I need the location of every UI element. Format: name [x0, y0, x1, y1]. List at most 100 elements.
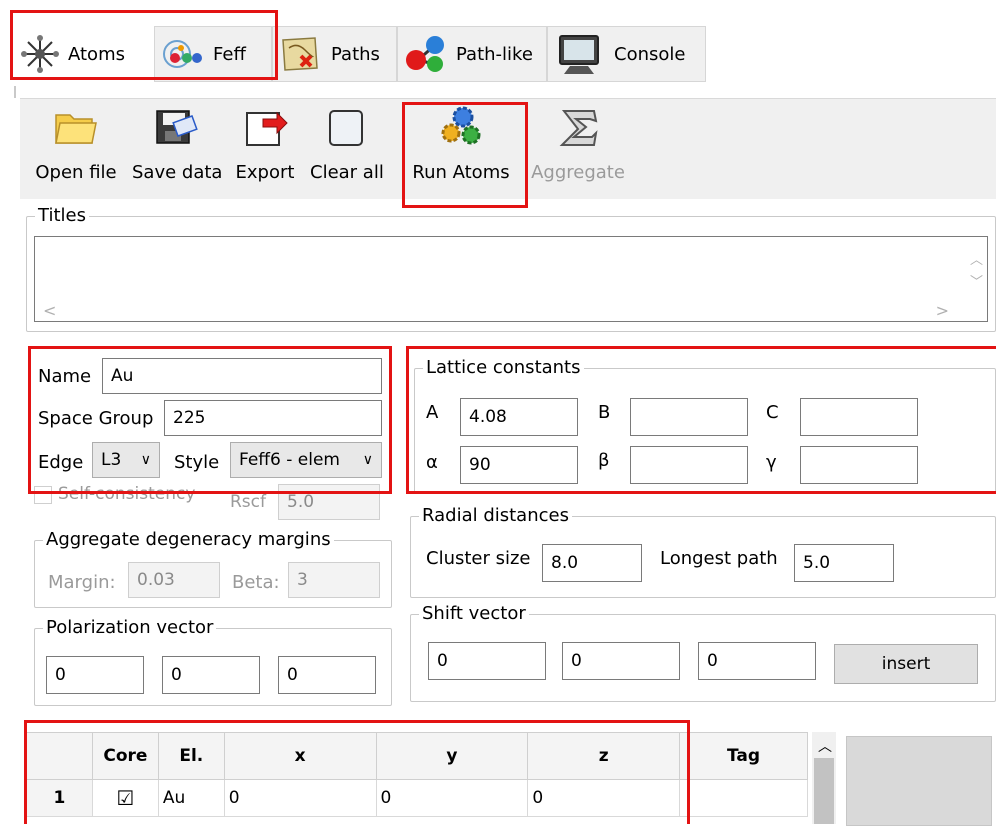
tab-label: Path-like: [456, 43, 533, 65]
export-label: Export: [235, 162, 295, 183]
aggregate-button[interactable]: Aggregate: [530, 105, 626, 183]
margin-field[interactable]: 0.03: [128, 562, 220, 598]
polarization-z-value: 0: [287, 665, 298, 685]
shift-title: Shift vector: [419, 603, 529, 624]
save-data-label: Save data: [132, 162, 223, 183]
c-label: C: [766, 402, 779, 423]
export-icon: [246, 111, 288, 146]
alpha-field[interactable]: 90: [460, 446, 578, 484]
rscf-field[interactable]: 5.0: [278, 484, 380, 520]
sigma-icon: [559, 110, 598, 146]
column-header[interactable]: [26, 732, 93, 780]
shift-y-field[interactable]: 0: [562, 642, 680, 680]
beta-field[interactable]: [630, 446, 748, 484]
a-field[interactable]: 4.08: [460, 398, 578, 436]
chevron-down-icon[interactable]: ﹀: [970, 271, 983, 290]
beta-margin-field[interactable]: 3: [288, 562, 380, 598]
b-label: B: [598, 402, 611, 423]
tab-strip: Atoms Feff Paths Path-like Console: [8, 14, 996, 86]
x-cell[interactable]: 0: [223, 779, 377, 817]
gamma-label: γ: [766, 452, 777, 473]
edge-value: L3: [101, 450, 122, 470]
column-header-core[interactable]: Core: [91, 732, 159, 780]
scrollbar-thumb[interactable]: [814, 758, 834, 824]
chevron-down-icon: ∨: [362, 452, 373, 468]
folder-icon: [55, 114, 97, 144]
rscf-label: Rscf: [230, 492, 267, 512]
z-cell[interactable]: 0: [527, 779, 681, 817]
self-consistency-checkbox[interactable]: [34, 486, 52, 504]
export-button[interactable]: Export: [234, 105, 296, 183]
tab-path-like[interactable]: Path-like: [397, 26, 547, 82]
open-file-button[interactable]: Open file: [34, 105, 118, 183]
chevron-left-icon[interactable]: <: [43, 301, 56, 320]
table-row[interactable]: 1 ☑ Au 0 0 0: [26, 779, 808, 817]
alpha-label: α: [426, 452, 438, 473]
chevron-up-icon[interactable]: ︿: [970, 249, 983, 268]
b-field[interactable]: [630, 398, 748, 436]
tab-console[interactable]: Console: [547, 26, 706, 82]
longest-path-label: Longest path: [660, 548, 778, 569]
run-atoms-label: Run Atoms: [412, 162, 510, 183]
clear-all-button[interactable]: Clear all: [310, 105, 384, 183]
column-header-tag[interactable]: Tag: [679, 732, 808, 780]
gamma-field[interactable]: [800, 446, 918, 484]
chevron-right-icon[interactable]: >: [936, 301, 949, 320]
aggregate-margins-title: Aggregate degeneracy margins: [43, 529, 334, 550]
column-header-element[interactable]: El.: [157, 732, 225, 780]
tab-atoms[interactable]: Atoms: [14, 26, 154, 82]
panel-edge: [14, 86, 16, 98]
space-group-field[interactable]: 225: [164, 400, 382, 436]
cluster-size-field[interactable]: 8.0: [542, 544, 642, 582]
c-field[interactable]: [800, 398, 918, 436]
beta-label: β: [598, 450, 610, 471]
tag-cell[interactable]: [679, 779, 808, 817]
feff-icon: [163, 40, 202, 68]
aggregate-label: Aggregate: [531, 162, 625, 183]
shift-x-field[interactable]: 0: [428, 642, 546, 680]
a-label: A: [426, 402, 439, 423]
insert-button[interactable]: insert: [834, 644, 978, 684]
save-data-button[interactable]: Save data: [132, 105, 223, 183]
margin-label: Margin:: [48, 572, 116, 593]
horizontal-scrollbar[interactable]: < >: [35, 299, 987, 321]
name-value: Au: [111, 366, 134, 386]
table-scrollbar[interactable]: ︿: [812, 732, 836, 824]
tab-paths[interactable]: Paths: [272, 26, 397, 82]
polarization-x-value: 0: [55, 665, 66, 685]
polarization-y-value: 0: [171, 665, 182, 685]
vertical-scrollbar[interactable]: ︿ ﹀: [965, 237, 987, 299]
style-select[interactable]: Feff6 - elem ∨: [230, 442, 382, 478]
floppy-save-icon: [156, 110, 198, 144]
core-checkbox[interactable]: ☑: [91, 779, 159, 817]
longest-path-value: 5.0: [803, 553, 831, 573]
column-header-z[interactable]: z: [527, 732, 681, 780]
chevron-up-icon[interactable]: ︿: [818, 736, 832, 756]
polarization-y-field[interactable]: 0: [162, 656, 260, 694]
beta-margin-value: 3: [297, 570, 308, 590]
titles-textarea[interactable]: ︿ ﹀ < >: [34, 236, 988, 322]
style-value: Feff6 - elem: [239, 450, 340, 470]
y-cell[interactable]: 0: [375, 779, 529, 817]
name-field[interactable]: Au: [102, 358, 382, 394]
shift-z-field[interactable]: 0: [698, 642, 816, 680]
row-number[interactable]: 1: [26, 779, 93, 817]
column-header-y[interactable]: y: [375, 732, 529, 780]
self-consistency-label: Self-consistency: [58, 484, 196, 504]
tab-feff[interactable]: Feff: [154, 26, 272, 82]
margin-value: 0.03: [137, 570, 175, 590]
polarization-z-field[interactable]: 0: [278, 656, 376, 694]
polarization-x-field[interactable]: 0: [46, 656, 144, 694]
cluster-size-label: Cluster size: [426, 548, 531, 569]
element-cell[interactable]: Au: [157, 779, 225, 817]
rscf-value: 5.0: [287, 492, 315, 512]
edge-select[interactable]: L3 ∨: [92, 442, 160, 478]
longest-path-field[interactable]: 5.0: [794, 544, 894, 582]
column-header-x[interactable]: x: [223, 732, 377, 780]
name-label: Name: [38, 366, 92, 387]
beta-margin-label: Beta:: [232, 572, 280, 593]
insert-label: insert: [881, 654, 931, 674]
space-group-value: 225: [173, 408, 206, 428]
run-atoms-button[interactable]: Run Atoms: [412, 105, 510, 183]
path-like-icon: [406, 36, 444, 72]
